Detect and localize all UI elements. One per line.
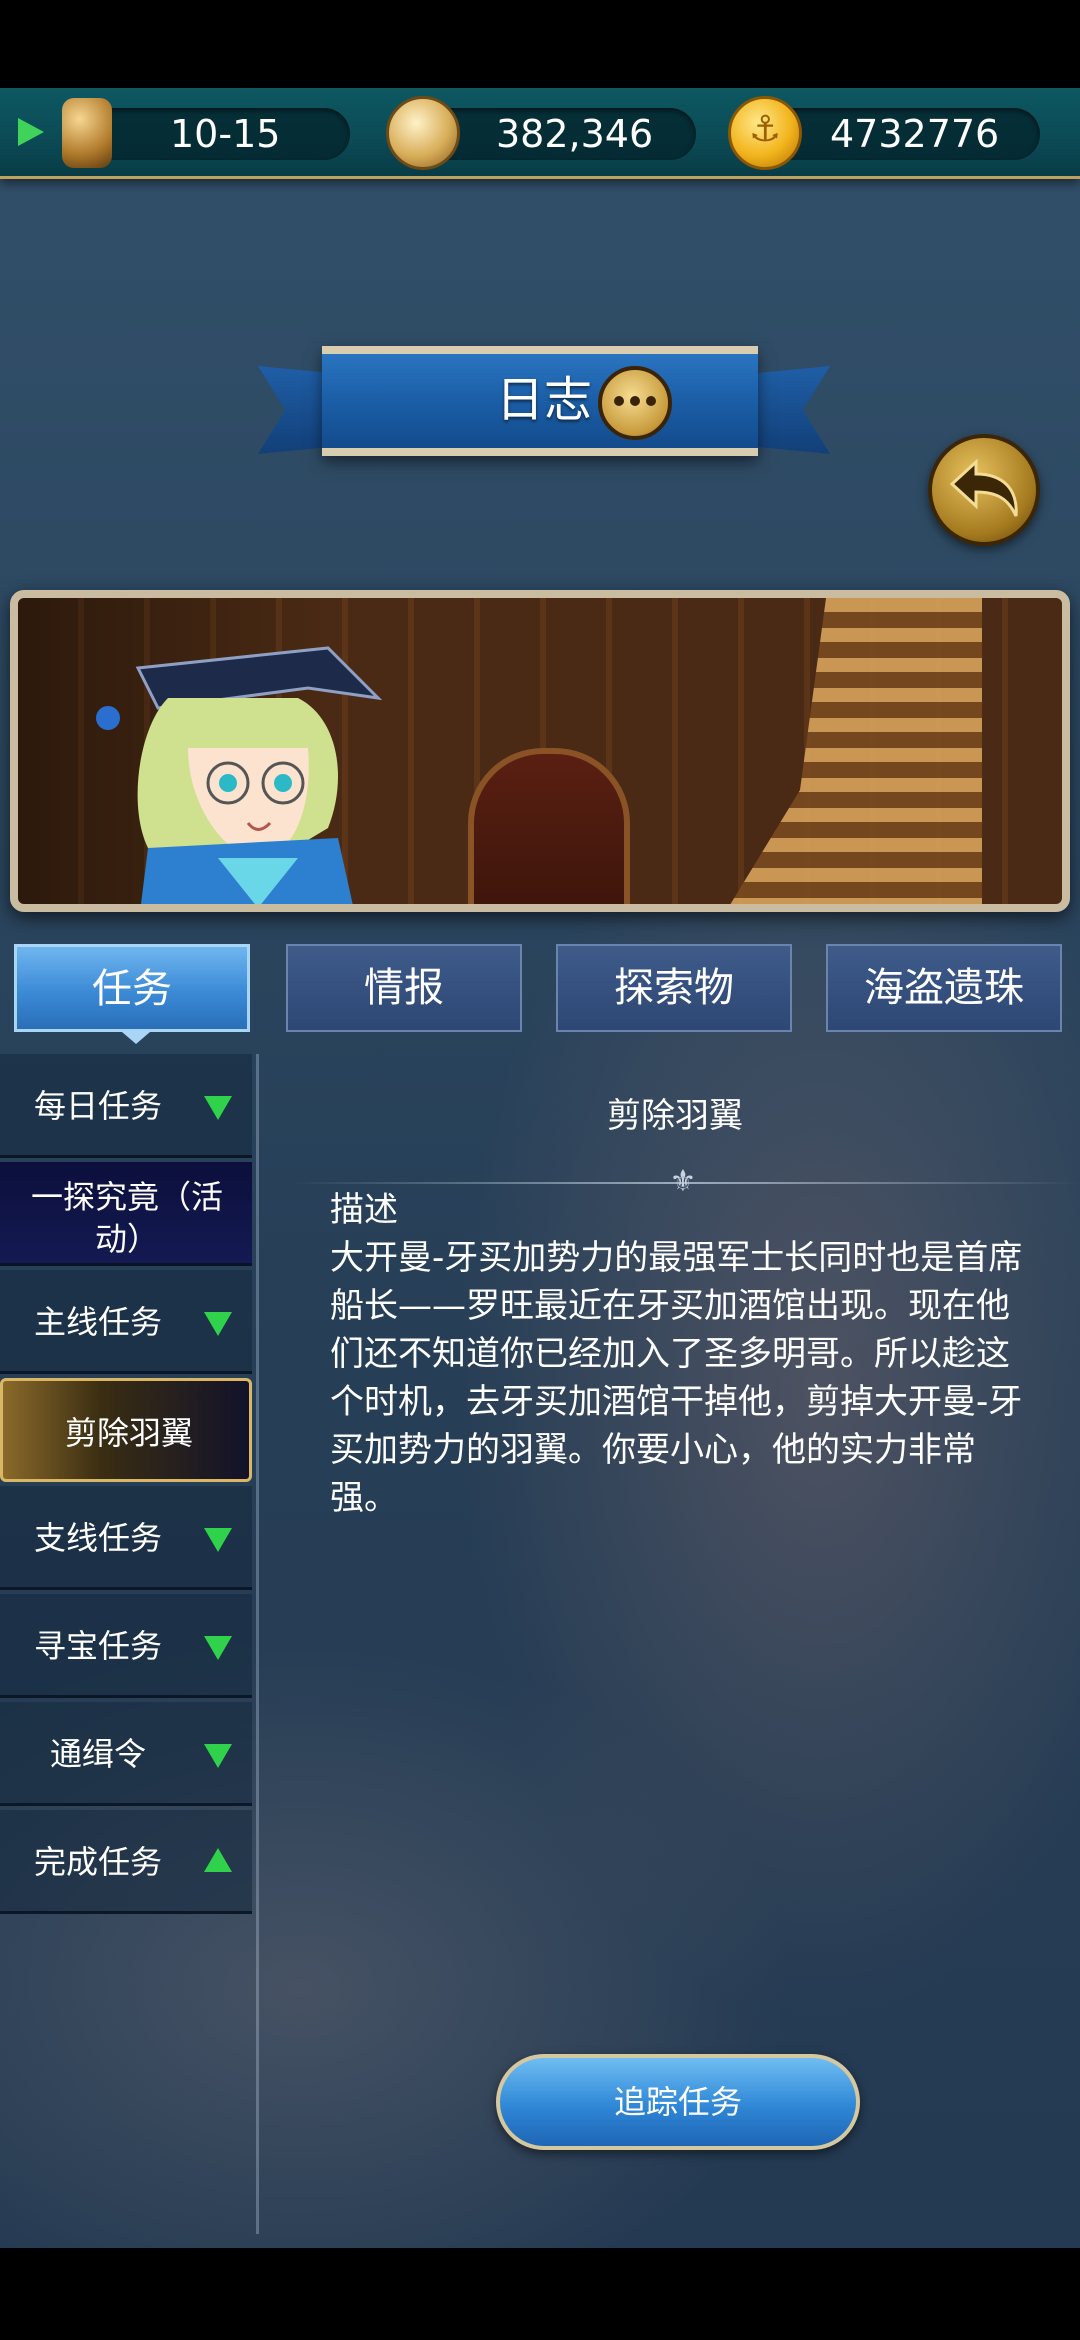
gold-value: 4732776	[830, 112, 1000, 156]
chat-bubble-icon[interactable]	[598, 366, 672, 440]
sidebar-item-label: 完成任务	[34, 1843, 163, 1881]
ornament-icon: ⚜	[669, 1164, 697, 1199]
active-tab-pointer	[122, 1032, 150, 1044]
sidebar-item-label: 通缉令	[50, 1735, 147, 1773]
sidebar-item-main[interactable]: 主线任务	[0, 1270, 252, 1374]
sidebar-item-label: 支线任务	[34, 1519, 163, 1557]
hourglass-icon	[62, 98, 112, 168]
page-title: 日志	[495, 372, 592, 428]
game-screen: 10-15 382,346 4732776 日志	[0, 88, 1080, 2248]
quest-scene-illustration	[10, 590, 1070, 912]
time-range-pill: 10-15	[80, 108, 350, 160]
anchor-coin-icon	[728, 96, 802, 170]
tab-intel[interactable]: 情报	[286, 944, 522, 1032]
sidebar-item-side[interactable]: 支线任务	[0, 1486, 252, 1590]
expand-triangle-icon	[204, 1744, 232, 1768]
sidebar-item-label: 每日任务	[34, 1087, 163, 1125]
compass-value: 382,346	[496, 112, 654, 156]
resource-bar: 10-15 382,346 4732776	[0, 88, 1080, 179]
back-arrow-icon	[949, 458, 1018, 517]
time-range-value: 10-15	[170, 112, 281, 156]
expand-triangle-icon	[204, 1636, 232, 1660]
expand-triangle-icon	[204, 1312, 232, 1336]
compass-icon	[386, 96, 460, 170]
back-button[interactable]	[928, 434, 1040, 546]
tab-explore-items[interactable]: 探索物	[556, 944, 792, 1032]
sidebar-item-selected-quest[interactable]: 剪除羽翼	[0, 1378, 252, 1482]
description-body: 大开曼-牙买加势力的最强军士长同时也是首席船长——罗旺最近在牙买加酒馆出现。现在…	[330, 1238, 1023, 1518]
scene-stairs	[722, 598, 982, 904]
sidebar-item-label: 剪除羽翼	[64, 1414, 193, 1452]
tab-tasks[interactable]: 任务	[14, 944, 250, 1032]
track-quest-button[interactable]: 追踪任务	[496, 2054, 860, 2150]
character-portrait	[96, 646, 383, 904]
expand-triangle-icon	[204, 1528, 232, 1552]
sidebar-item-label: 寻宝任务	[34, 1627, 163, 1665]
scene-door	[468, 748, 630, 904]
play-icon[interactable]	[18, 118, 44, 146]
sidebar-item-treasure[interactable]: 寻宝任务	[0, 1594, 252, 1698]
sidebar-item-label: 一探究竟（活动）	[30, 1178, 223, 1258]
sidebar-item-event[interactable]: 一探究竟（活动）	[0, 1162, 252, 1266]
sidebar-item-wanted[interactable]: 通缉令	[0, 1702, 252, 1806]
tab-pirate-relics[interactable]: 海盗遗珠	[826, 944, 1062, 1032]
sidebar-item-daily[interactable]: 每日任务	[0, 1054, 252, 1158]
expand-triangle-icon	[204, 1096, 232, 1120]
sidebar-item-completed[interactable]: 完成任务	[0, 1810, 252, 1914]
description-heading: 描述	[330, 1190, 398, 1230]
collapse-triangle-icon	[204, 1848, 232, 1872]
quest-category-list: 每日任务 一探究竟（活动） 主线任务 剪除羽翼 支线任务 寻宝任务 通缉令 完成…	[0, 1054, 259, 2234]
sidebar-item-label: 主线任务	[34, 1303, 163, 1341]
quest-title: 剪除羽翼	[607, 1096, 743, 1136]
